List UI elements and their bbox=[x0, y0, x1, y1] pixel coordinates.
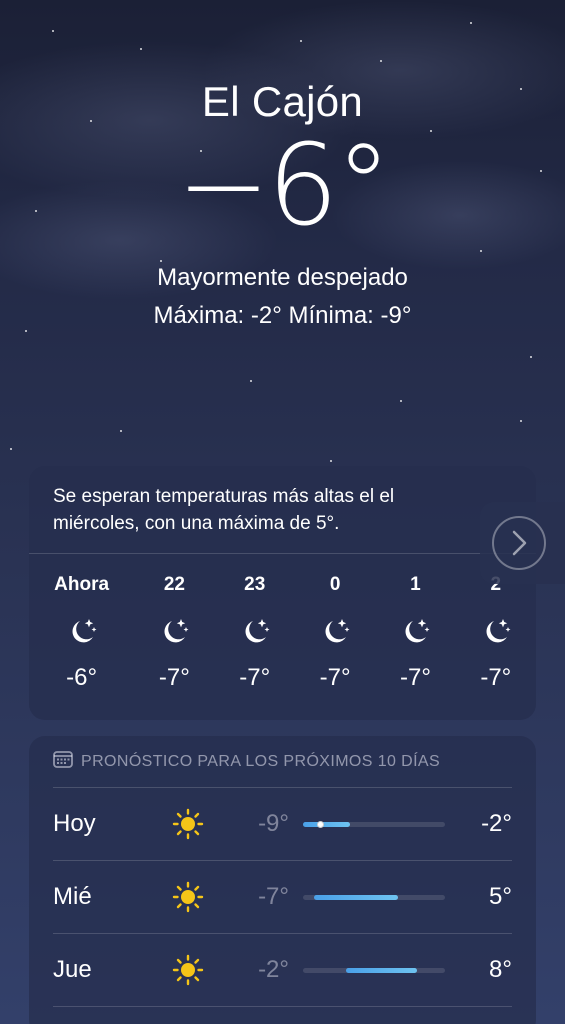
hour-item: 22 -7° bbox=[134, 574, 214, 692]
temperature-range-bar bbox=[303, 820, 445, 828]
sun-icon bbox=[163, 954, 213, 986]
hour-time: 22 bbox=[163, 574, 185, 595]
temperature-range-bar bbox=[303, 967, 445, 973]
current-weather-header: El Cajón −6° Mayormente despejado Máxima… bbox=[0, 78, 565, 330]
hour-time: Ahora bbox=[54, 574, 110, 595]
hour-temperature: -7° bbox=[158, 664, 190, 691]
hour-time: 23 bbox=[244, 574, 266, 595]
forecast-header: PRONÓSTICO PARA LOS PRÓXIMOS 10 DÍAS bbox=[53, 736, 512, 788]
forecast-day: Hoy bbox=[53, 810, 96, 837]
calendar-icon bbox=[53, 750, 73, 773]
weather-condition: Mayormente despejado bbox=[157, 264, 408, 291]
hour-item: 1 -7° bbox=[375, 574, 455, 692]
hour-temperature: -7° bbox=[399, 664, 431, 691]
temperature-range-fill bbox=[345, 967, 417, 973]
next-button[interactable] bbox=[480, 502, 565, 584]
hour-item: 0 -7° bbox=[295, 574, 375, 692]
forecast-row[interactable]: Mié -7° 5° bbox=[53, 861, 512, 934]
hour-temperature: -7° bbox=[319, 664, 351, 691]
moon-stars-icon bbox=[29, 608, 134, 656]
moon-stars-icon bbox=[215, 608, 295, 656]
high-low-temperatures: Máxima: -2° Mínima: -9° bbox=[153, 302, 412, 329]
forecast-high: 8° bbox=[489, 956, 512, 983]
forecast-high: 5° bbox=[489, 883, 512, 910]
forecast-low: -9° bbox=[258, 810, 289, 837]
forecast-low: -2° bbox=[258, 956, 289, 983]
forecast-title: PRONÓSTICO PARA LOS PRÓXIMOS 10 DÍAS bbox=[81, 752, 441, 770]
moon-stars-icon bbox=[456, 608, 536, 656]
temperature-range-fill bbox=[303, 821, 350, 827]
hour-item: Ahora -6° bbox=[29, 574, 134, 692]
forecast-day: Mié bbox=[53, 883, 92, 910]
forecast-high: -2° bbox=[481, 810, 512, 837]
hour-temperature: -6° bbox=[66, 664, 98, 691]
current-temperature-marker bbox=[317, 820, 325, 828]
temperature-range-fill bbox=[314, 894, 399, 900]
hour-time: 1 bbox=[410, 574, 421, 595]
sun-icon bbox=[163, 808, 213, 840]
chevron-right-icon bbox=[491, 516, 546, 570]
hour-item: 23 -7° bbox=[215, 574, 295, 692]
forecast-row[interactable]: Jue -2° 8° bbox=[53, 934, 512, 1007]
hourly-list[interactable]: Ahora -6° 22 -7° 23 -7° 0 -7° 1 -7° 2 -7… bbox=[29, 554, 536, 692]
forecast-day: Jue bbox=[53, 956, 92, 983]
hour-temperature: -7° bbox=[480, 664, 512, 691]
sun-icon bbox=[163, 881, 213, 913]
moon-stars-icon bbox=[295, 608, 375, 656]
moon-stars-icon bbox=[134, 608, 214, 656]
hourly-summary: Se esperan temperaturas más altas el el … bbox=[29, 466, 536, 554]
ten-day-forecast-card[interactable]: PRONÓSTICO PARA LOS PRÓXIMOS 10 DÍAS Hoy… bbox=[29, 736, 536, 1024]
temperature-range-bar bbox=[303, 894, 445, 900]
hourly-forecast-card[interactable]: Se esperan temperaturas más altas el el … bbox=[29, 466, 536, 720]
forecast-row[interactable]: Hoy -9° -2° bbox=[53, 788, 512, 861]
current-temperature: −6° bbox=[176, 121, 391, 251]
hour-item: 2 -7° bbox=[456, 574, 536, 692]
hour-time: 0 bbox=[329, 574, 341, 595]
city-name: El Cajón bbox=[201, 78, 364, 125]
moon-stars-icon bbox=[375, 608, 455, 656]
forecast-low: -7° bbox=[258, 883, 289, 910]
hour-temperature: -7° bbox=[239, 664, 271, 691]
